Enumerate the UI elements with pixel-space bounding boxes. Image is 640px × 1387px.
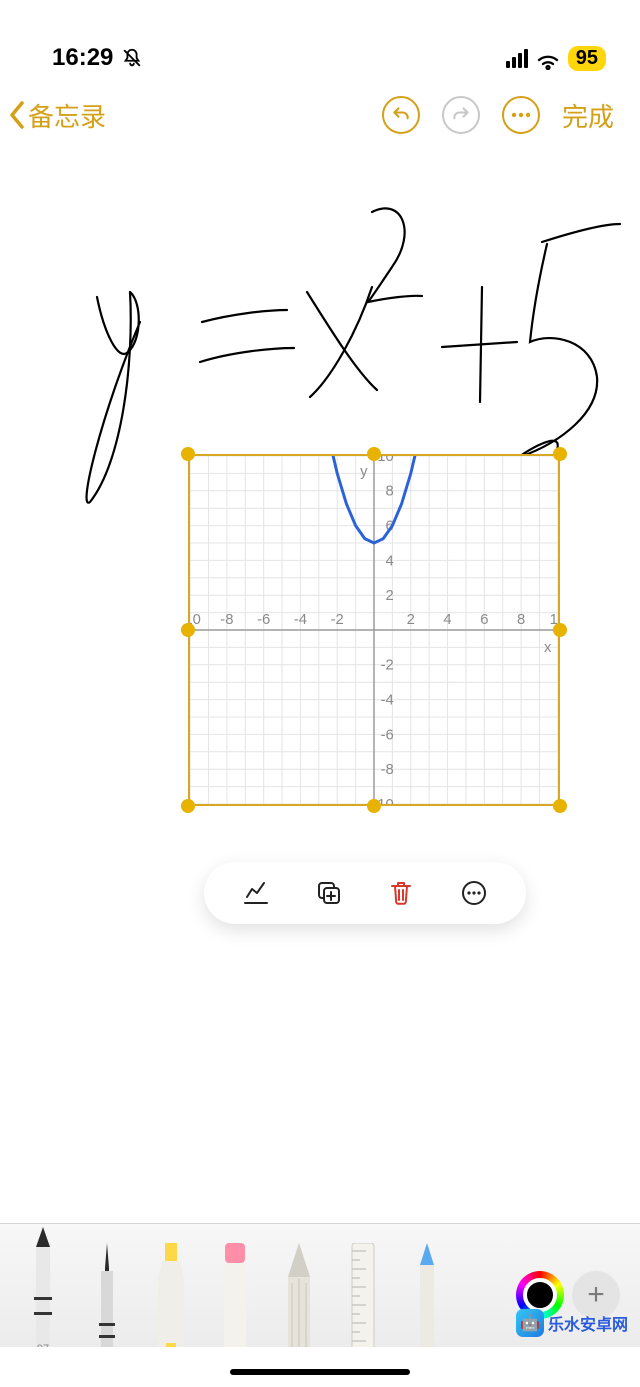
svg-text:8: 8: [386, 484, 394, 500]
tool-size-label: 97: [37, 1343, 49, 1347]
svg-text:-2: -2: [381, 658, 394, 674]
silent-mode-icon: [121, 47, 143, 69]
watermark-logo-icon: 🤖: [516, 1309, 544, 1337]
svg-text:x: x: [544, 640, 552, 656]
chart-line-button[interactable]: [241, 878, 271, 908]
more-options-button[interactable]: [502, 96, 540, 134]
pen-tool[interactable]: 97: [18, 1227, 68, 1347]
resize-handle[interactable]: [367, 447, 381, 461]
nav-bar: 备忘录 完成: [0, 78, 640, 152]
status-left: 16:29: [52, 44, 143, 72]
plus-icon: +: [587, 1278, 605, 1312]
status-time: 16:29: [52, 44, 113, 72]
resize-handle[interactable]: [553, 623, 567, 637]
fineliner-tool[interactable]: [82, 1243, 132, 1347]
resize-handle[interactable]: [367, 799, 381, 813]
svg-text:-2: -2: [331, 612, 344, 628]
svg-text:-6: -6: [381, 727, 394, 743]
home-indicator[interactable]: [230, 1369, 410, 1375]
svg-text:2: 2: [386, 588, 394, 604]
note-canvas[interactable]: -10-8-6-4-2246810-10-8-6-4-2246810xy: [0, 152, 640, 1192]
back-button[interactable]: 备忘录: [8, 97, 106, 134]
nav-actions: 完成: [382, 96, 614, 134]
svg-text:-8: -8: [381, 762, 394, 778]
watermark: 🤖 乐水安卓网: [516, 1309, 628, 1337]
redo-button[interactable]: [442, 96, 480, 134]
ellipsis-icon: [511, 112, 531, 118]
cell-signal-icon: [506, 49, 528, 68]
chevron-left-icon: [8, 100, 26, 130]
svg-text:-4: -4: [294, 612, 307, 628]
resize-handle[interactable]: [181, 799, 195, 813]
ruler-tool[interactable]: [338, 1243, 388, 1347]
status-right: 95: [506, 46, 606, 71]
more-button[interactable]: [459, 878, 489, 908]
resize-handle[interactable]: [553, 799, 567, 813]
svg-text:-4: -4: [381, 693, 394, 709]
redo-icon: [451, 105, 471, 125]
svg-text:-6: -6: [257, 612, 270, 628]
svg-text:4: 4: [386, 553, 394, 569]
status-bar: 16:29 95: [0, 0, 640, 78]
graph-frame: -10-8-6-4-2246810-10-8-6-4-2246810xy: [188, 454, 560, 806]
resize-handle[interactable]: [553, 447, 567, 461]
svg-text:8: 8: [517, 612, 525, 628]
battery-level: 95: [568, 46, 606, 71]
graph-toolbar: [204, 862, 526, 924]
watermark-text: 乐水安卓网: [548, 1311, 628, 1335]
eraser-tool[interactable]: [210, 1243, 260, 1347]
graph-widget[interactable]: -10-8-6-4-2246810-10-8-6-4-2246810xy: [188, 454, 560, 806]
drawing-tools: 97 80 50: [12, 1217, 512, 1347]
crayon-tool[interactable]: 50: [402, 1243, 452, 1347]
svg-text:6: 6: [480, 612, 488, 628]
wifi-icon: [536, 49, 560, 67]
undo-icon: [391, 105, 411, 125]
resize-handle[interactable]: [181, 623, 195, 637]
back-label: 备忘录: [28, 97, 106, 134]
resize-handle[interactable]: [181, 447, 195, 461]
svg-text:4: 4: [443, 612, 451, 628]
svg-text:-8: -8: [220, 612, 233, 628]
svg-text:2: 2: [407, 612, 415, 628]
undo-button[interactable]: [382, 96, 420, 134]
pencil-texture-tool[interactable]: [274, 1243, 324, 1347]
copy-button[interactable]: [314, 878, 344, 908]
done-button[interactable]: 完成: [562, 97, 614, 134]
graph-plot: -10-8-6-4-2246810-10-8-6-4-2246810xy: [190, 456, 558, 804]
delete-button[interactable]: [386, 878, 416, 908]
color-swatch-icon: [523, 1278, 557, 1312]
highlighter-tool[interactable]: 80: [146, 1243, 196, 1347]
svg-text:y: y: [360, 464, 368, 480]
